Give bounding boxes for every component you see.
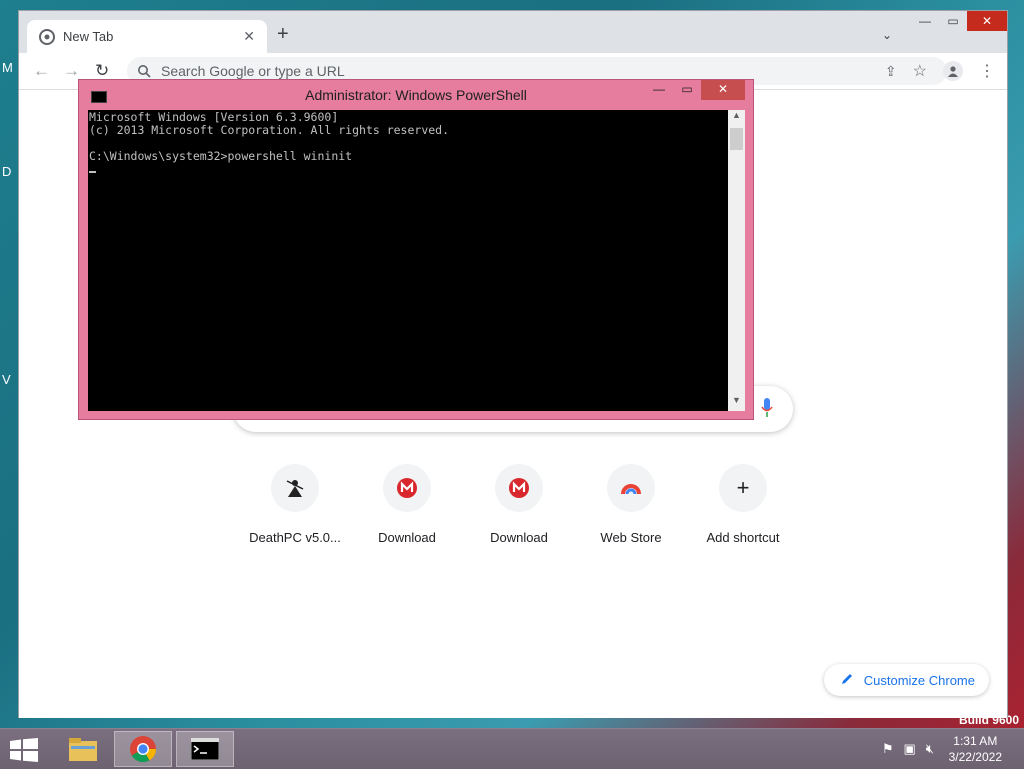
shortcut-tile[interactable]: DeathPC v5.0...	[239, 464, 351, 545]
profile-avatar-icon[interactable]	[943, 61, 963, 81]
close-window-button[interactable]: ✕	[967, 11, 1007, 31]
customize-label: Customize Chrome	[863, 672, 975, 688]
console-line: C:\Windows\system32>powershell wininit	[89, 149, 353, 163]
share-icon[interactable]: ⇪	[885, 63, 897, 80]
clock-date: 3/22/2022	[948, 750, 1002, 764]
console-output[interactable]: Microsoft Windows [Version 6.3.9600] (c)…	[88, 110, 728, 411]
plus-icon: +	[719, 464, 767, 512]
tab-strip: New Tab ✕ + ⌄ — ▭ ✕	[19, 11, 1007, 53]
shortcut-label: Web Store	[600, 530, 662, 545]
shortcut-tile[interactable]: Web Store	[575, 464, 687, 545]
action-center-flag-icon[interactable]: ⚑	[882, 741, 894, 757]
shortcut-label: Download	[490, 530, 548, 545]
mega-icon	[383, 464, 431, 512]
forward-arrow-icon[interactable]: →	[63, 61, 80, 81]
shortcut-tile[interactable]: Download	[351, 464, 463, 545]
tab-new-tab[interactable]: New Tab ✕	[27, 20, 267, 53]
maximize-button[interactable]: ▭	[939, 11, 967, 31]
powershell-window-controls: — ▭ ✕	[645, 80, 745, 100]
minimize-button[interactable]: —	[911, 11, 939, 31]
chrome-favicon-icon	[39, 28, 55, 45]
console-scrollbar[interactable]: ▲ ▼	[728, 110, 745, 411]
powershell-window: Administrator: Windows PowerShell — ▭ ✕ …	[78, 79, 754, 420]
shortcut-label: Add shortcut	[706, 530, 780, 545]
close-tab-icon[interactable]: ✕	[243, 28, 255, 45]
ps-close-button[interactable]: ✕	[701, 80, 745, 100]
customize-chrome-button[interactable]: Customize Chrome	[823, 664, 989, 696]
taskbar-powershell[interactable]	[176, 731, 234, 767]
windows-start-icon[interactable]	[10, 738, 38, 762]
search-icon	[138, 65, 151, 78]
taskbar-chrome[interactable]	[114, 731, 172, 767]
deathpc-icon	[271, 464, 319, 512]
scroll-up-arrow-icon[interactable]: ▲	[728, 110, 745, 126]
microphone-icon[interactable]	[761, 398, 773, 418]
new-tab-button[interactable]: +	[277, 23, 289, 46]
chrome-icon	[130, 736, 157, 763]
kebab-menu-icon[interactable]: ⋮	[979, 61, 995, 81]
console-line: (c) 2013 Microsoft Corporation. All righ…	[89, 123, 450, 137]
back-arrow-icon[interactable]: ←	[33, 61, 50, 81]
shortcut-label: Download	[378, 530, 436, 545]
bookmark-star-icon[interactable]: ☆	[913, 61, 927, 81]
desktop-icon-fragment: D	[2, 164, 12, 179]
desktop-icon-fragment: V	[2, 372, 11, 387]
console-taskbar-icon	[191, 738, 219, 760]
console-cursor-line	[88, 162, 728, 175]
shortcut-grid: DeathPC v5.0... Download Download Web St…	[239, 464, 799, 545]
taskbar-file-explorer[interactable]	[54, 731, 112, 767]
desktop-icon-fragment: M	[2, 60, 13, 75]
reload-icon[interactable]: ↻	[95, 61, 109, 81]
network-icon[interactable]: ▣	[904, 741, 916, 757]
volume-muted-icon[interactable]: 🔇︎	[926, 741, 934, 757]
ps-minimize-button[interactable]: —	[645, 80, 673, 100]
powershell-titlebar[interactable]: Administrator: Windows PowerShell — ▭ ✕	[79, 80, 753, 110]
pencil-icon	[841, 674, 852, 684]
ps-maximize-button[interactable]: ▭	[673, 80, 701, 100]
window-controls: — ▭ ✕	[911, 11, 1007, 31]
taskbar-clock[interactable]: 1:31 AM 3/22/2022	[949, 733, 1002, 765]
omnibox-input[interactable]	[159, 62, 763, 80]
console-line: Microsoft Windows [Version 6.3.9600]	[89, 110, 339, 124]
web-store-icon	[607, 464, 655, 512]
console-line	[88, 136, 728, 149]
shortcut-tile[interactable]: + Add shortcut	[687, 464, 799, 545]
text-cursor	[89, 171, 96, 173]
tab-search-chevron-icon[interactable]: ⌄	[882, 28, 892, 42]
scroll-down-arrow-icon[interactable]: ▼	[728, 395, 745, 411]
scrollbar-thumb[interactable]	[730, 128, 743, 150]
folder-icon	[69, 738, 97, 761]
mega-icon	[495, 464, 543, 512]
shortcut-tile[interactable]: Download	[463, 464, 575, 545]
shortcut-label: DeathPC v5.0...	[249, 530, 341, 545]
toolbar-actions: ⇪ ☆ ⋮	[885, 61, 995, 81]
system-tray: ⚑ ▣ 🔇︎	[882, 741, 934, 757]
clock-time: 1:31 AM	[953, 734, 998, 748]
taskbar: ⚑ ▣ 🔇︎ 1:31 AM 3/22/2022	[0, 728, 1024, 769]
tab-title: New Tab	[63, 29, 114, 44]
